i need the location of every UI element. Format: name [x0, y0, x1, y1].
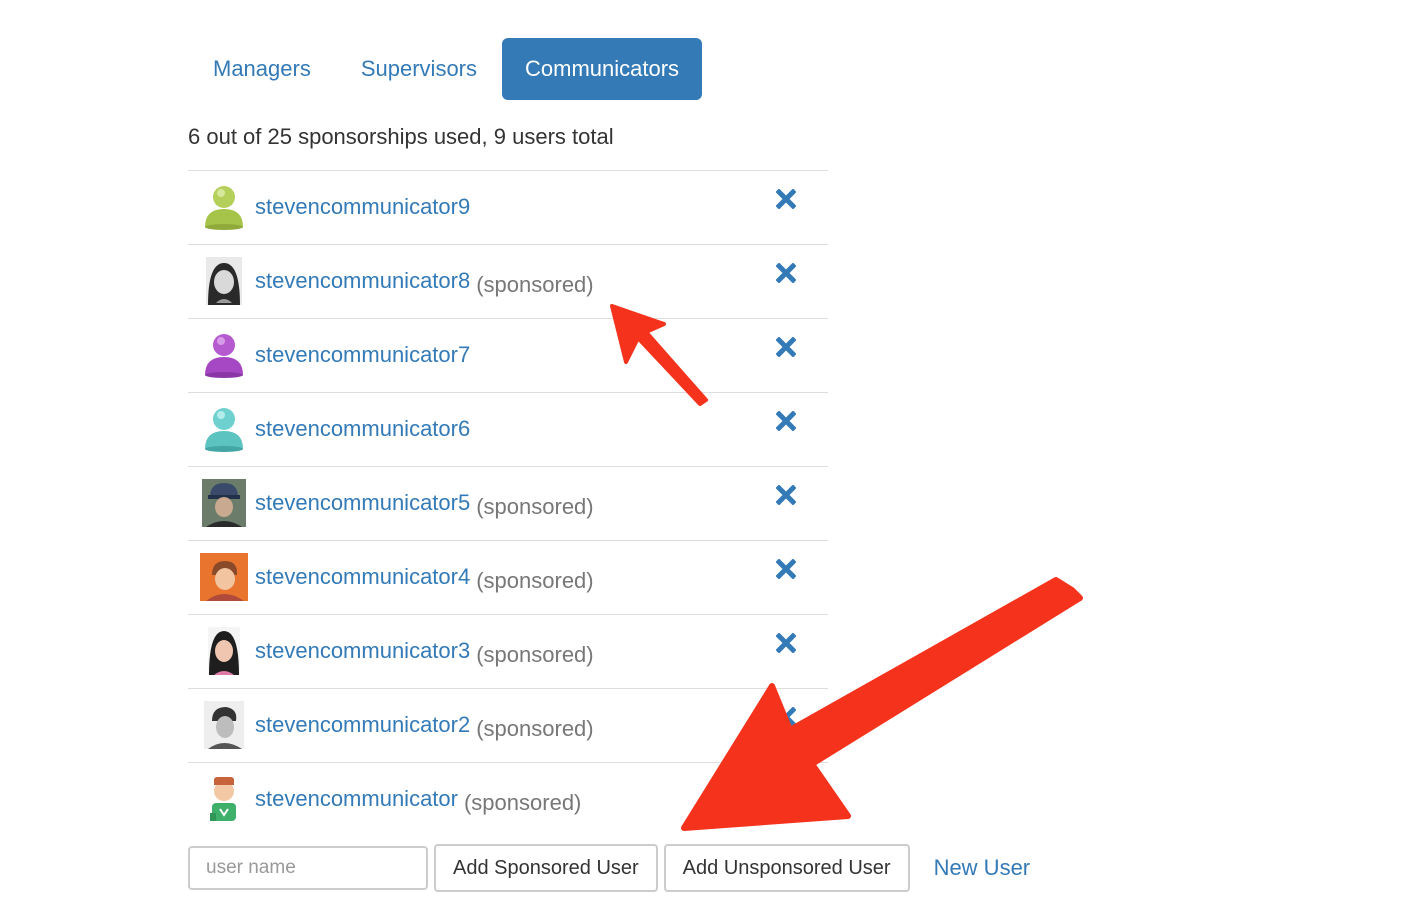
sponsored-label: (sponsored): [463, 790, 582, 815]
new-user-link[interactable]: New User: [934, 855, 1031, 881]
username-link[interactable]: stevencommunicator3 (sponsored): [255, 638, 594, 667]
username-link[interactable]: stevencommunicator7: [255, 342, 476, 368]
username-text[interactable]: stevencommunicator7: [255, 342, 470, 367]
list-item: stevencommunicator7: [188, 318, 828, 392]
list-item: stevencommunicator4 (sponsored): [188, 540, 828, 614]
sponsored-label: (sponsored): [476, 272, 594, 297]
username-text[interactable]: stevencommunicator9: [255, 194, 470, 219]
teal-person-icon: [200, 405, 248, 453]
close-x-icon[interactable]: [776, 189, 796, 209]
cartoon-avatar: [200, 775, 248, 823]
username-text[interactable]: stevencommunicator: [255, 786, 458, 811]
list-item: stevencommunicator3 (sponsored): [188, 614, 828, 688]
username-text[interactable]: stevencommunicator2: [255, 712, 470, 737]
close-x-icon[interactable]: [776, 707, 796, 727]
username-link[interactable]: stevencommunicator5 (sponsored): [255, 490, 594, 519]
add-user-form: Add Sponsored User Add Unsponsored User …: [188, 844, 1030, 892]
tab-communicators[interactable]: Communicators: [502, 38, 703, 100]
username-link[interactable]: stevencommunicator8 (sponsored): [255, 268, 594, 297]
green-person-icon: [200, 183, 248, 231]
username-text[interactable]: stevencommunicator8: [255, 268, 470, 293]
close-x-icon[interactable]: [776, 263, 796, 283]
list-item: stevencommunicator5 (sponsored): [188, 466, 828, 540]
username-link[interactable]: stevencommunicator (sponsored): [255, 786, 582, 815]
sponsored-label: (sponsored): [476, 642, 594, 667]
photo-avatar: [200, 553, 248, 601]
purple-person-icon: [200, 331, 248, 379]
user-list: stevencommunicator9 stevencommunicator8(…: [188, 170, 828, 836]
username-link[interactable]: stevencommunicator4 (sponsored): [255, 564, 594, 593]
list-item: stevencommunicator8 (sponsored): [188, 244, 828, 318]
sponsored-label: (sponsored): [476, 716, 594, 741]
list-item: stevencommunicator (sponsored): [188, 762, 828, 836]
add-sponsored-user-button[interactable]: Add Sponsored User: [434, 844, 658, 892]
username-input[interactable]: [188, 846, 428, 890]
close-x-icon[interactable]: [776, 411, 796, 431]
photo-avatar: [200, 479, 248, 527]
close-x-icon[interactable]: [776, 559, 796, 579]
username-text[interactable]: stevencommunicator3: [255, 638, 470, 663]
photo-avatar: [200, 627, 248, 675]
close-x-icon[interactable]: [776, 337, 796, 357]
username-link[interactable]: stevencommunicator9: [255, 194, 476, 220]
list-item: stevencommunicator2 (sponsored): [188, 688, 828, 762]
photo-avatar: [200, 701, 248, 749]
sponsored-label: (sponsored): [476, 494, 594, 519]
username-text[interactable]: stevencommunicator5: [255, 490, 470, 515]
add-unsponsored-user-button[interactable]: Add Unsponsored User: [663, 844, 910, 892]
role-tabs: Managers Supervisors Communicators: [188, 38, 703, 100]
list-item: stevencommunicator6: [188, 392, 828, 466]
username-text[interactable]: stevencommunicator6: [255, 416, 470, 441]
sponsored-label: (sponsored): [476, 568, 594, 593]
username-link[interactable]: stevencommunicator2 (sponsored): [255, 712, 594, 741]
tab-supervisors[interactable]: Supervisors: [336, 38, 502, 100]
close-x-icon[interactable]: [776, 485, 796, 505]
photo-avatar: [200, 257, 248, 305]
list-item: stevencommunicator9: [188, 170, 828, 244]
close-x-icon[interactable]: [776, 633, 796, 653]
tab-managers[interactable]: Managers: [188, 38, 336, 100]
username-link[interactable]: stevencommunicator6: [255, 416, 476, 442]
sponsorship-summary: 6 out of 25 sponsorships used, 9 users t…: [188, 124, 614, 149]
username-text[interactable]: stevencommunicator4: [255, 564, 470, 589]
